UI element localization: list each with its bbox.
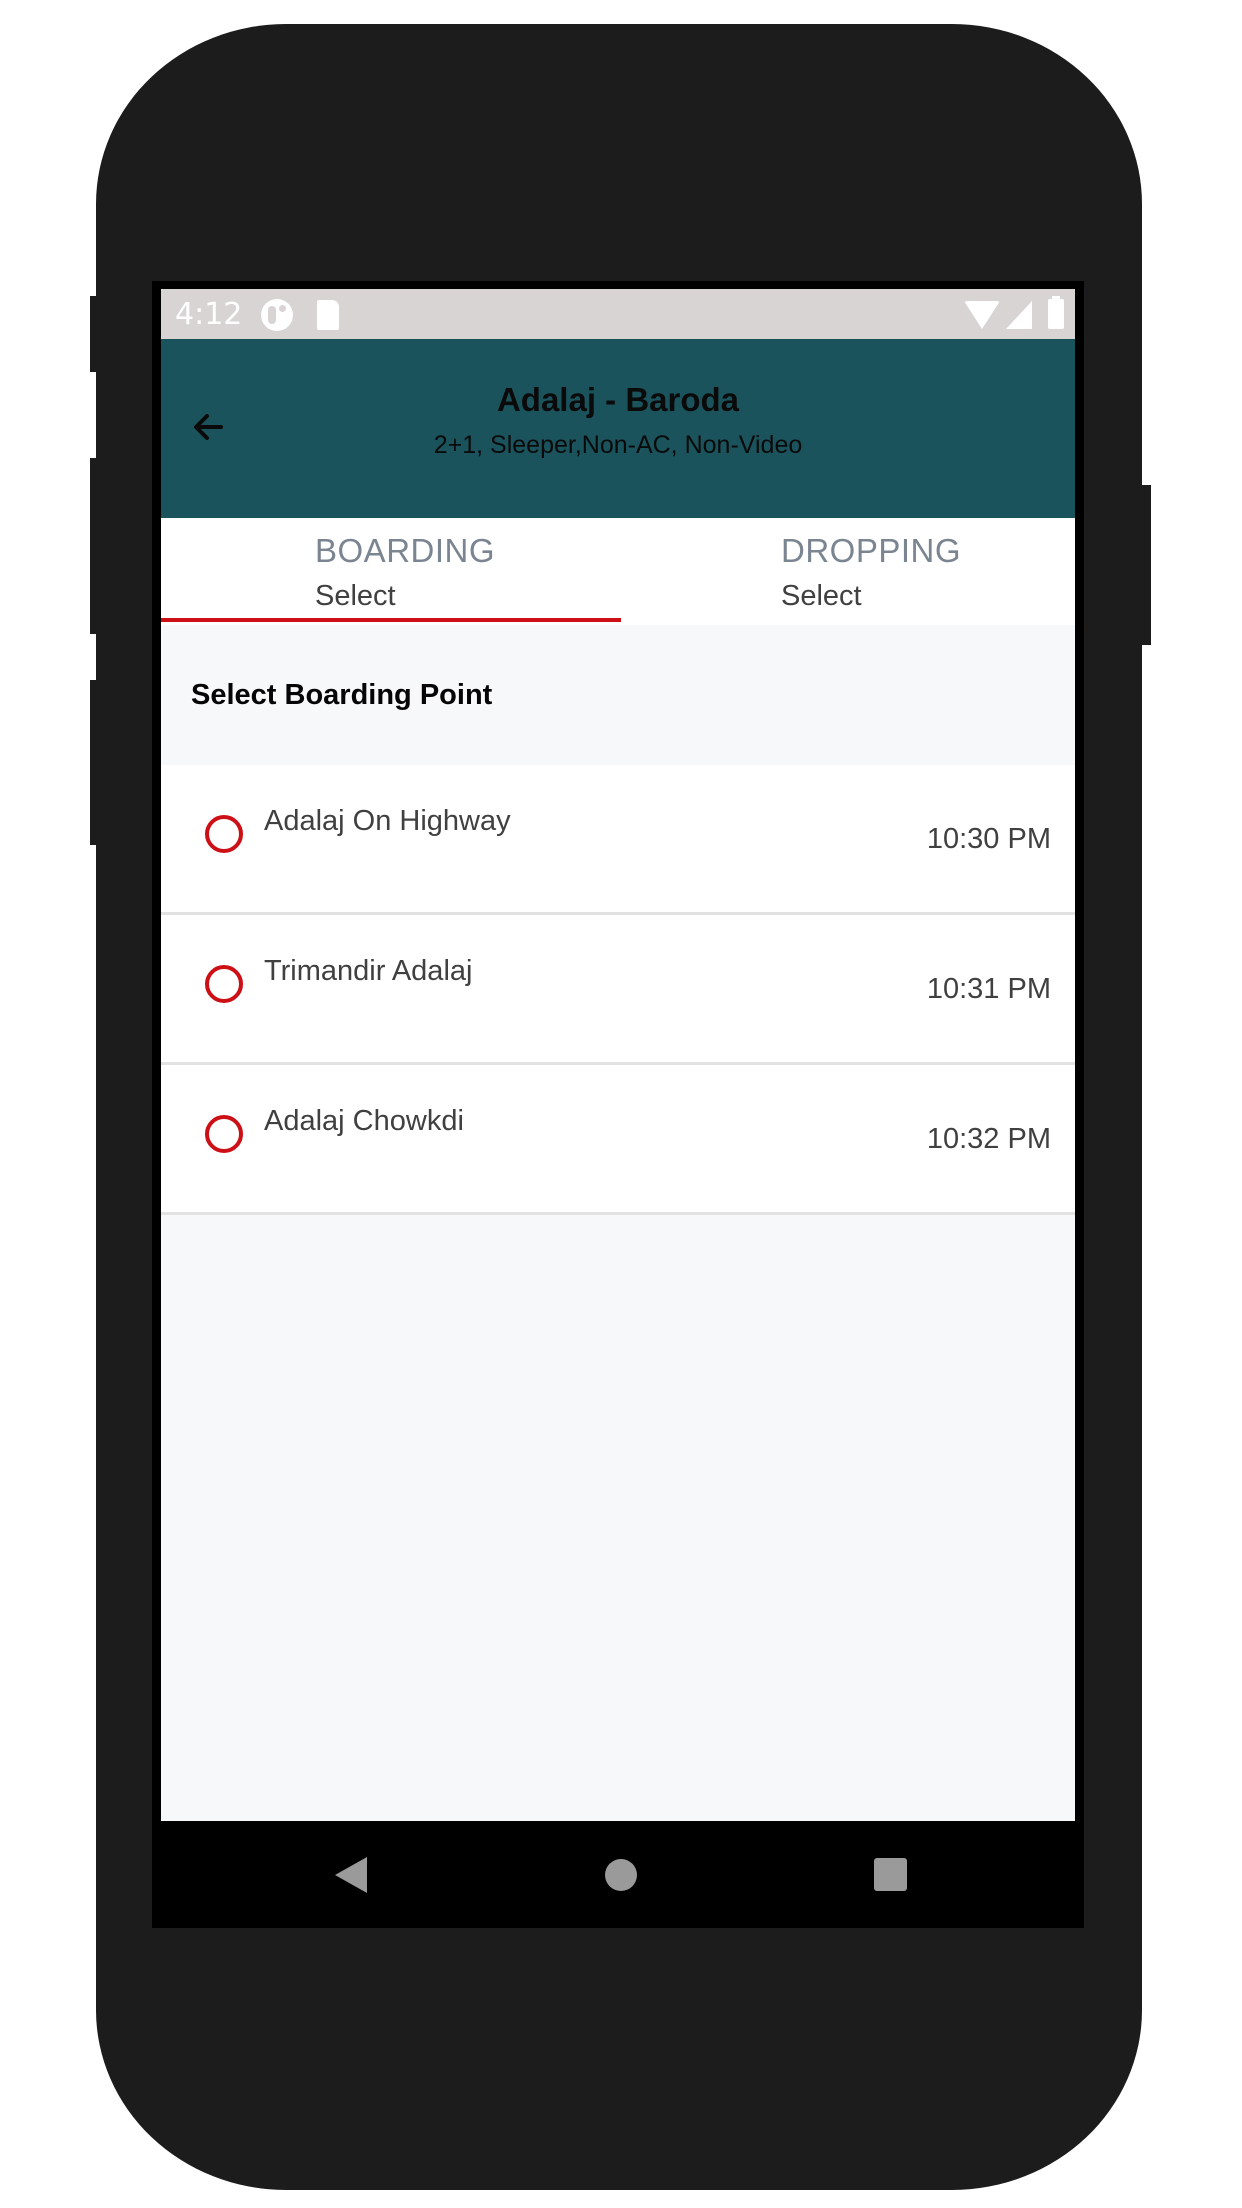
boarding-point-time: 10:32 PM — [926, 1123, 1051, 1155]
app-header: Adalaj - Baroda 2+1, Sleeper,Non-AC, Non… — [161, 339, 1075, 518]
boarding-point-name: Adalaj Chowkdi — [264, 1105, 464, 1137]
app-screen: 4:12 Adalaj - Baroda 2+1, Sleeper,Non-AC… — [161, 289, 1075, 1821]
status-time: 4:12 — [175, 297, 243, 332]
radio-button[interactable] — [205, 815, 243, 853]
tab-boarding-label: BOARDING — [315, 532, 496, 569]
boarding-point-item[interactable]: Trimandir Adalaj 10:31 PM — [161, 915, 1075, 1065]
section-title: Select Boarding Point — [191, 679, 493, 711]
tab-bar: BOARDING Select DROPPING Select — [161, 518, 1075, 625]
boarding-point-item[interactable]: Adalaj Chowkdi 10:32 PM — [161, 1065, 1075, 1215]
do-not-disturb-icon — [261, 299, 293, 331]
tab-boarding[interactable]: BOARDING Select — [161, 518, 621, 625]
status-bar: 4:12 — [161, 289, 1075, 339]
active-tab-indicator — [161, 618, 621, 622]
back-triangle-icon[interactable] — [335, 1857, 367, 1893]
recents-square-icon[interactable] — [874, 1858, 907, 1891]
boarding-point-list: Adalaj On Highway 10:30 PM Trimandir Ada… — [161, 765, 1075, 1215]
boarding-point-time: 10:30 PM — [926, 823, 1051, 855]
boarding-point-item[interactable]: Adalaj On Highway 10:30 PM — [161, 765, 1075, 915]
sd-card-icon — [317, 300, 339, 330]
tab-dropping-value: Select — [781, 580, 862, 612]
bus-type-subtitle: 2+1, Sleeper,Non-AC, Non-Video — [433, 431, 803, 459]
tab-dropping[interactable]: DROPPING Select — [618, 518, 1075, 625]
system-nav-bar — [161, 1821, 1075, 1928]
tab-boarding-value: Select — [315, 580, 396, 612]
signal-icon — [1006, 301, 1032, 329]
route-title: Adalaj - Baroda — [496, 381, 740, 418]
home-circle-icon[interactable] — [605, 1859, 637, 1891]
battery-icon — [1048, 296, 1064, 329]
wifi-icon — [964, 301, 1000, 329]
boarding-point-name: Adalaj On Highway — [264, 805, 511, 837]
boarding-point-name: Trimandir Adalaj — [264, 955, 473, 987]
boarding-point-time: 10:31 PM — [926, 973, 1051, 1005]
radio-button[interactable] — [205, 965, 243, 1003]
tab-dropping-label: DROPPING — [781, 532, 962, 569]
radio-button[interactable] — [205, 1115, 243, 1153]
